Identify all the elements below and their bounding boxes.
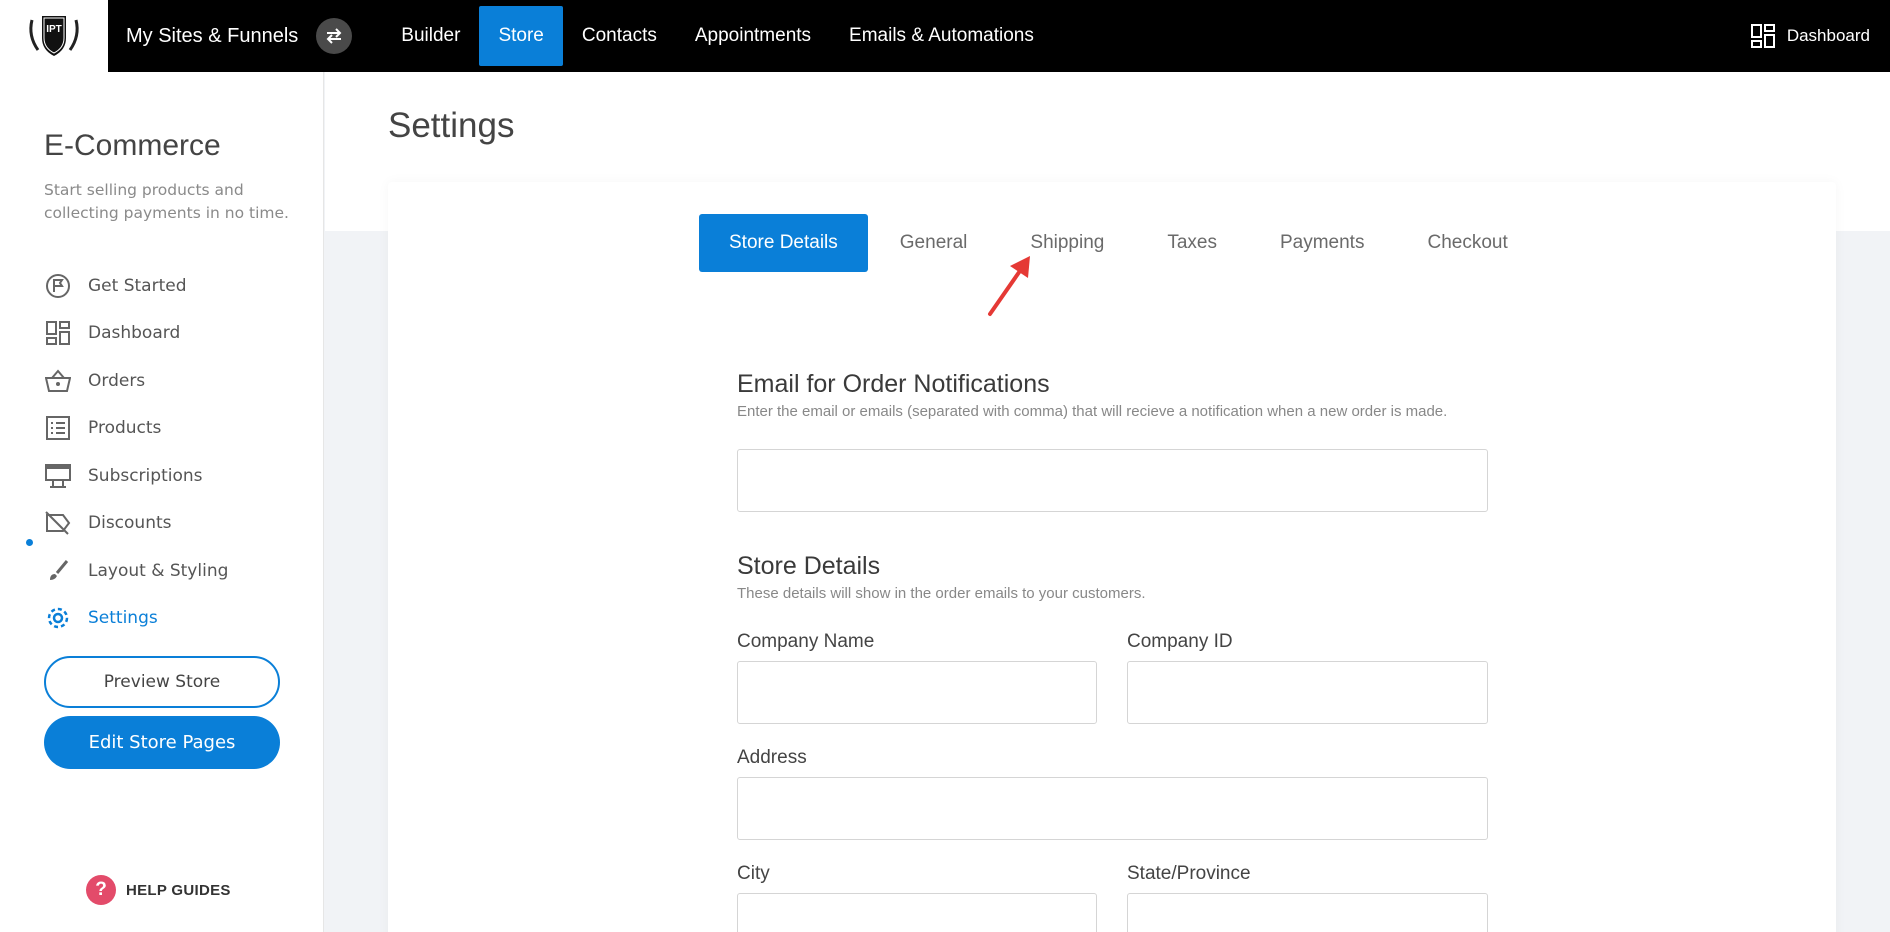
logo-text: IPT [46, 24, 62, 35]
company-id-input[interactable] [1127, 661, 1488, 724]
sidebar-menu: Get Started Dashboard Orders Products Su… [44, 262, 228, 642]
city-label: City [737, 863, 770, 884]
edit-store-pages-button[interactable]: Edit Store Pages [44, 716, 280, 769]
red-arrow-annotation [988, 256, 1030, 316]
store-details-section-description: These details will show in the order ema… [737, 585, 1146, 602]
nav-contacts[interactable]: Contacts [563, 6, 676, 66]
email-section-description: Enter the email or emails (separated wit… [737, 403, 1448, 420]
notification-email-input[interactable] [737, 449, 1488, 512]
tab-shipping[interactable]: Shipping [1030, 214, 1104, 272]
address-label: Address [737, 747, 807, 768]
tab-taxes[interactable]: Taxes [1167, 214, 1217, 272]
brush-icon [44, 557, 72, 585]
company-id-label: Company ID [1127, 631, 1233, 652]
help-guides-label: HELP GUIDES [126, 881, 231, 899]
address-input[interactable] [737, 777, 1488, 840]
basket-icon [44, 367, 72, 395]
discount-icon [44, 509, 72, 537]
sidebar-item-products[interactable]: Products [44, 405, 228, 453]
list-icon [44, 414, 72, 442]
brand-logo[interactable]: IPT [0, 0, 108, 72]
sidebar-item-orders[interactable]: Orders [44, 357, 228, 405]
state-province-label: State/Province [1127, 863, 1251, 884]
city-input[interactable] [737, 893, 1097, 932]
nav-emails-automations[interactable]: Emails & Automations [830, 6, 1053, 66]
preview-store-button[interactable]: Preview Store [44, 656, 280, 708]
email-section-title: Email for Order Notifications [737, 370, 1050, 398]
sidebar-item-dashboard[interactable]: Dashboard [44, 310, 228, 358]
help-question-icon: ? [86, 875, 116, 905]
switch-site-button[interactable] [316, 18, 353, 54]
main-nav: Builder Store Contacts Appointments Emai… [382, 6, 1053, 66]
state-province-input[interactable] [1127, 893, 1488, 932]
sidebar-item-layout-styling[interactable]: Layout & Styling [44, 547, 228, 595]
dashboard-icon [44, 319, 72, 347]
sidebar-item-label: Settings [88, 608, 158, 629]
nav-builder[interactable]: Builder [382, 6, 479, 66]
top-navigation-bar: IPT My Sites & Funnels Builder Store Con… [0, 0, 1890, 72]
logo-shield-icon: IPT [29, 16, 79, 56]
dashboard-link[interactable]: Dashboard [1750, 0, 1870, 72]
tab-payments[interactable]: Payments [1280, 214, 1364, 272]
store-details-section-title: Store Details [737, 552, 881, 580]
swap-arrows-icon [326, 28, 342, 44]
get-started-icon [44, 272, 72, 300]
sidebar-item-subscriptions[interactable]: Subscriptions [44, 452, 228, 500]
sidebar-item-label: Dashboard [88, 323, 181, 344]
sidebar-item-label: Subscriptions [88, 465, 203, 486]
active-indicator-dot [26, 539, 33, 546]
sidebar-item-discounts[interactable]: Discounts [44, 500, 228, 548]
gear-icon [44, 604, 72, 632]
company-name-label: Company Name [737, 631, 875, 652]
sidebar-item-label: Orders [88, 370, 146, 391]
tab-checkout[interactable]: Checkout [1427, 214, 1507, 272]
settings-tabs: Store Details General Shipping Taxes Pay… [699, 214, 1571, 272]
help-guides-link[interactable]: ? HELP GUIDES [86, 875, 231, 905]
sites-funnels-title[interactable]: My Sites & Funnels [126, 25, 298, 48]
sidebar-subtitle: Start selling products and collecting pa… [44, 181, 289, 222]
dashboard-icon [1750, 24, 1775, 48]
sidebar-item-get-started[interactable]: Get Started [44, 262, 228, 310]
tab-general[interactable]: General [900, 214, 968, 272]
sidebar-title: E-Commerce [44, 129, 221, 162]
sidebar-item-label: Discounts [88, 513, 172, 534]
nav-appointments[interactable]: Appointments [676, 6, 830, 66]
sidebar: E-Commerce Start selling products and co… [0, 72, 324, 932]
dashboard-label: Dashboard [1786, 26, 1870, 45]
nav-store[interactable]: Store [479, 6, 563, 66]
tab-store-details[interactable]: Store Details [699, 214, 868, 272]
company-name-input[interactable] [737, 661, 1097, 724]
sidebar-item-label: Get Started [88, 275, 187, 296]
sidebar-item-label: Layout & Styling [88, 560, 229, 581]
subscriptions-icon [44, 462, 72, 490]
page-title: Settings [388, 106, 515, 145]
sidebar-item-settings[interactable]: Settings [44, 595, 228, 643]
sidebar-item-label: Products [88, 418, 162, 439]
